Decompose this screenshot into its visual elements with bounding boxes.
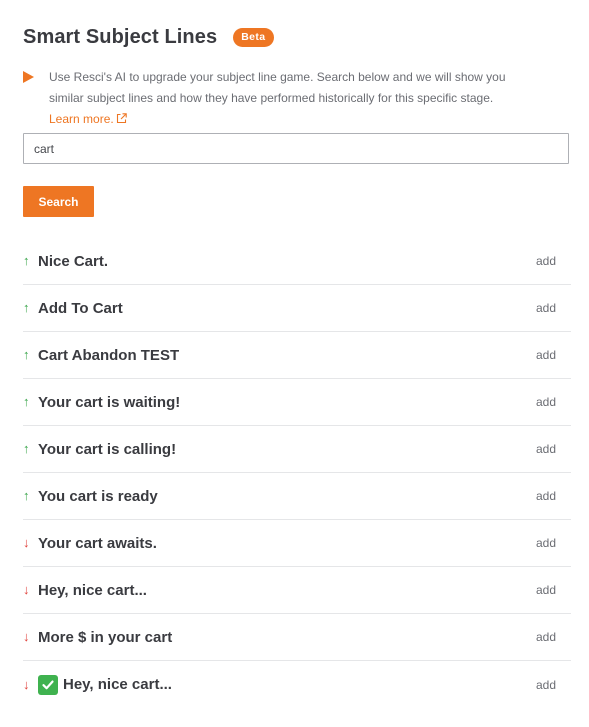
header: Smart Subject Lines Beta bbox=[23, 26, 274, 49]
subject-line-label: You cart is ready bbox=[38, 487, 158, 505]
learn-more-label: Learn more. bbox=[49, 112, 114, 126]
result-row: ↓ Hey, nice cart... add bbox=[23, 661, 571, 708]
learn-more-link[interactable]: Learn more. bbox=[49, 112, 127, 126]
arrow-down-icon: ↓ bbox=[23, 676, 30, 692]
subject-line-label: Your cart awaits. bbox=[38, 534, 157, 552]
result-row: ↓ Your cart awaits. add bbox=[23, 520, 571, 567]
add-button[interactable]: add bbox=[536, 442, 556, 456]
result-row: ↓ More $ in your cart add bbox=[23, 614, 571, 661]
result-row: ↓ Hey, nice cart... add bbox=[23, 567, 571, 614]
subject-line-label: Nice Cart. bbox=[38, 252, 109, 270]
subject-line-label: Hey, nice cart... bbox=[63, 676, 172, 693]
result-row: ↑ Your cart is waiting! add bbox=[23, 379, 571, 426]
add-button[interactable]: add bbox=[536, 254, 556, 268]
add-button[interactable]: add bbox=[536, 348, 556, 362]
subject-line-label: Hey, nice cart... bbox=[38, 581, 147, 599]
arrow-up-icon: ↑ bbox=[23, 347, 30, 362]
arrow-down-icon: ↓ bbox=[23, 535, 30, 550]
add-button[interactable]: add bbox=[536, 678, 556, 692]
beta-badge: Beta bbox=[233, 28, 274, 47]
subject-line-label: Your cart is calling! bbox=[38, 440, 177, 458]
smart-subject-lines-panel: Smart Subject Lines Beta Use Resci's AI … bbox=[0, 0, 589, 727]
arrow-down-icon: ↓ bbox=[23, 629, 30, 644]
subject-line-label: Your cart is waiting! bbox=[38, 393, 181, 411]
add-button[interactable]: add bbox=[536, 489, 556, 503]
arrow-up-icon: ↑ bbox=[23, 488, 30, 503]
external-link-icon bbox=[116, 113, 127, 124]
result-row: ↑ You cart is ready add bbox=[23, 473, 571, 520]
add-button[interactable]: add bbox=[536, 395, 556, 409]
description-text: Use Resci's AI to upgrade your subject l… bbox=[49, 70, 506, 105]
result-row: ↑ Your cart is calling! add bbox=[23, 426, 571, 473]
result-row: ↑ Add To Cart add bbox=[23, 285, 571, 332]
result-row: ↑ Nice Cart. add bbox=[23, 238, 571, 285]
page-title: Smart Subject Lines bbox=[23, 26, 218, 48]
add-button[interactable]: add bbox=[536, 301, 556, 315]
arrow-up-icon: ↑ bbox=[23, 394, 30, 409]
add-button[interactable]: add bbox=[536, 630, 556, 644]
arrow-up-icon: ↑ bbox=[23, 300, 30, 315]
result-row: ↑ Cart Abandon TEST add bbox=[23, 332, 571, 379]
add-button[interactable]: add bbox=[536, 583, 556, 597]
search-button[interactable]: Search bbox=[23, 186, 94, 217]
play-icon bbox=[23, 71, 34, 83]
description-text-block: Use Resci's AI to upgrade your subject l… bbox=[49, 67, 543, 130]
subject-line-label: More $ in your cart bbox=[38, 628, 173, 646]
description: Use Resci's AI to upgrade your subject l… bbox=[23, 67, 543, 130]
subject-line-label: Cart Abandon TEST bbox=[38, 346, 180, 364]
check-mark-icon bbox=[38, 674, 58, 695]
arrow-down-icon: ↓ bbox=[23, 582, 30, 597]
results-list: ↑ Nice Cart. add ↑ Add To Cart add ↑ Cart Aband… bbox=[23, 238, 571, 708]
arrow-up-icon: ↑ bbox=[23, 253, 30, 268]
arrow-up-icon: ↑ bbox=[23, 441, 30, 456]
subject-line-label: Add To Cart bbox=[38, 299, 123, 317]
search-input[interactable] bbox=[23, 133, 569, 164]
add-button[interactable]: add bbox=[536, 536, 556, 550]
